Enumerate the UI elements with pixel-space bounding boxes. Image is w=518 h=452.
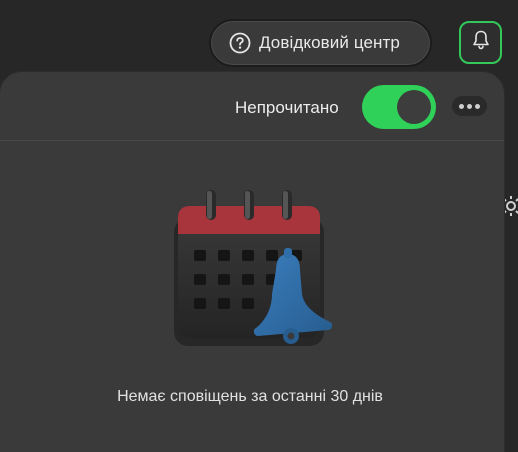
dot	[475, 103, 480, 109]
unread-label: Непрочитано	[235, 98, 339, 117]
toggle-knob	[397, 90, 431, 124]
help-center-label: Довідковий центр	[259, 33, 400, 52]
notifications-panel-header: Непрочитано	[0, 72, 504, 141]
help-center-button[interactable]: Довідковий центр	[209, 19, 432, 67]
dot	[467, 103, 472, 109]
calendar-bell-illustration	[160, 190, 360, 360]
dot	[459, 103, 464, 109]
notifications-button[interactable]	[459, 21, 502, 64]
question-circle-icon	[229, 32, 251, 54]
bell-icon	[471, 29, 491, 56]
notifications-panel: Непрочитано Немає сповіщень за останні 3…	[0, 72, 504, 452]
unread-toggle[interactable]	[362, 85, 436, 129]
empty-notifications-message: Немає сповіщень за останні 30 днів	[117, 388, 383, 405]
more-options-button[interactable]	[452, 96, 487, 116]
